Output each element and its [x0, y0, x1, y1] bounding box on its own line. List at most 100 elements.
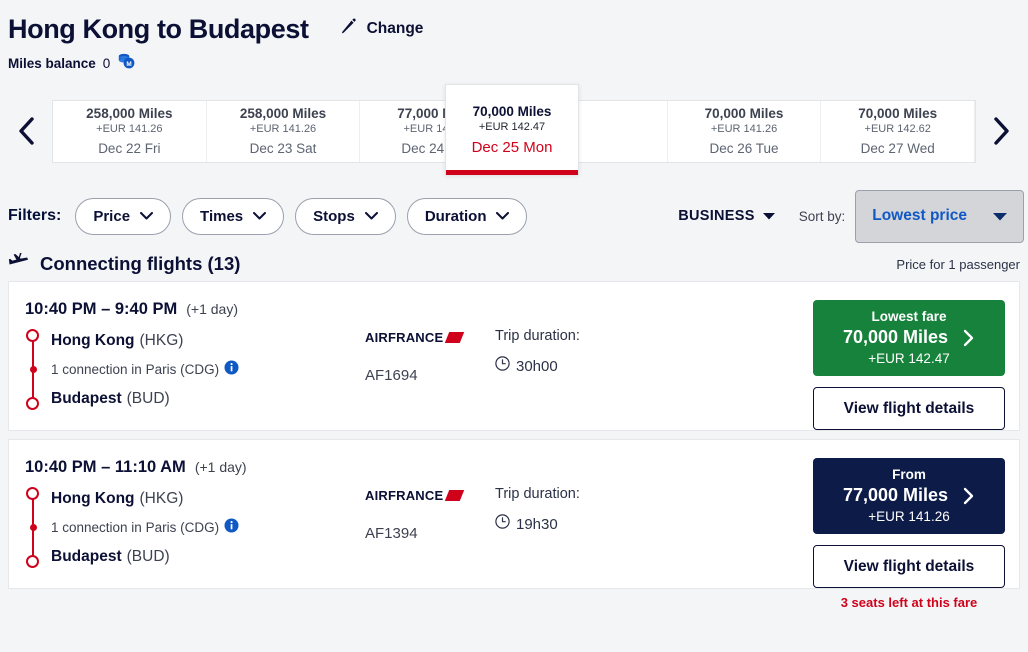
chevron-down-icon — [364, 212, 378, 220]
carousel-next-button[interactable] — [976, 91, 1028, 171]
route-origin-dot-icon — [26, 329, 39, 343]
page-title: Hong Kong to Budapest — [8, 14, 309, 44]
filters-bar: Filters: Price Times Stops Duration BUSI… — [0, 189, 1028, 243]
duration-label: Trip duration: — [495, 328, 580, 345]
filter-chip-price[interactable]: Price — [75, 197, 172, 235]
origin-code: (HKG) — [139, 489, 184, 507]
fare-tag: Lowest fare — [871, 309, 947, 325]
airline-name: AIRFRANCE — [365, 330, 444, 346]
flight-times-row: 10:40 PM – 9:40 PM (+1 day) — [25, 300, 365, 319]
route-destination-row: Budapest (BUD) — [51, 542, 365, 571]
pencil-icon — [339, 17, 358, 41]
duration-column: Trip duration: 30h00 — [495, 300, 725, 376]
fare-button[interactable]: Lowest fare 70,000 Miles +EUR 142.47 — [813, 300, 1005, 377]
day-eur: +EUR 142.62 — [864, 123, 931, 136]
chevron-right-icon — [963, 487, 974, 504]
day-offset: (+1 day) — [186, 301, 238, 318]
day-miles: 70,000 Miles — [704, 106, 784, 122]
fare-miles: 77,000 Miles — [842, 485, 949, 506]
carousel-day-selected[interactable]: 70,000 Miles +EUR 142.47 Dec 25 Mon — [445, 83, 579, 175]
route-connection-dot-icon — [29, 366, 37, 374]
fare-column: Lowest fare 70,000 Miles +EUR 142.47 Vie… — [813, 300, 1005, 452]
day-date: Dec 23 Sat — [249, 141, 317, 157]
miles-coin-icon: M — [117, 52, 137, 75]
caret-down-icon — [762, 213, 775, 220]
cabin-class-selector[interactable]: BUSINESS — [678, 208, 775, 224]
duration-label: Trip duration: — [495, 486, 580, 503]
day-eur: +EUR 142.47 — [478, 120, 546, 133]
fare-column: From 77,000 Miles +EUR 141.26 View fligh… — [813, 458, 1005, 610]
route-diagram: Hong Kong (HKG) 1 connection in Paris (C… — [25, 326, 365, 413]
airplane-icon — [8, 252, 30, 277]
filter-chip-label: Stops — [313, 207, 355, 225]
view-flight-details-button[interactable]: View flight details — [813, 545, 1005, 589]
title-row: Hong Kong to Budapest Change — [8, 14, 1028, 45]
duration-value: 19h30 — [516, 515, 558, 533]
chevron-down-icon — [140, 212, 154, 220]
clock-icon — [495, 356, 510, 376]
day-date: Dec 26 Tue — [709, 141, 779, 157]
chevron-right-icon — [994, 117, 1009, 145]
filter-chip-times[interactable]: Times — [182, 197, 285, 235]
connection-text: 1 connection in Paris (CDG) — [51, 520, 220, 536]
connection-text: 1 connection in Paris (CDG) — [51, 362, 220, 378]
route-connection-row: 1 connection in Paris (CDG) — [51, 355, 365, 384]
airline-column: AIRFRANCE AF1694 — [365, 300, 495, 384]
airline-column: AIRFRANCE AF1394 — [365, 458, 495, 542]
miles-balance-label: Miles balance — [8, 56, 96, 72]
carousel-strip: 258,000 Miles +EUR 141.26 Dec 22 Fri 258… — [52, 83, 976, 175]
duration-value-row: 19h30 — [495, 514, 725, 534]
carousel-day-4[interactable]: 70,000 Miles +EUR 141.26 Dec 26 Tue — [668, 100, 822, 162]
cabin-class-value: BUSINESS — [678, 208, 755, 225]
route-destination-dot-icon — [26, 555, 39, 569]
carousel-prev-button[interactable] — [0, 91, 52, 171]
flight-times: 10:40 PM – 9:40 PM — [25, 300, 178, 319]
day-miles: 70,000 Miles — [858, 106, 938, 122]
flight-results-page: Hong Kong to Budapest Change Miles balan… — [0, 0, 1028, 652]
info-icon[interactable] — [224, 518, 239, 538]
carousel-day-5[interactable]: 70,000 Miles +EUR 142.62 Dec 27 Wed — [821, 100, 976, 162]
page-header: Hong Kong to Budapest Change Miles balan… — [0, 0, 1028, 75]
fare-miles-row: 77,000 Miles — [843, 485, 975, 506]
destination-city: Budapest — [51, 547, 122, 565]
sort-by-label: Sort by: — [798, 208, 846, 224]
view-flight-details-button[interactable]: View flight details — [813, 387, 1005, 431]
airline-name: AIRFRANCE — [365, 488, 444, 504]
duration-column: Trip duration: 19h30 — [495, 458, 725, 534]
destination-city: Budapest — [51, 389, 122, 407]
sort-by-select[interactable]: Lowest price — [855, 189, 1024, 243]
route-origin-dot-icon — [26, 487, 39, 501]
day-miles: 258,000 Miles — [239, 106, 327, 122]
day-eur: +EUR 141.26 — [96, 123, 163, 136]
view-flight-details-label: View flight details — [843, 399, 975, 417]
fare-miles-row: 70,000 Miles — [843, 327, 975, 348]
price-per-passenger-note: Price for 1 passenger — [896, 256, 1020, 272]
fare-eur: +EUR 141.26 — [868, 509, 950, 525]
route-destination-row: Budapest (BUD) — [51, 384, 365, 413]
miles-balance-value: 0 — [102, 56, 111, 72]
chevron-left-icon — [19, 117, 34, 145]
view-flight-details-label: View flight details — [843, 557, 975, 575]
carousel-day-1[interactable]: 258,000 Miles +EUR 141.26 Dec 23 Sat — [207, 100, 361, 162]
airline-logo: AIRFRANCE — [365, 488, 495, 503]
svg-text:M: M — [127, 61, 132, 68]
route-diagram: Hong Kong (HKG) 1 connection in Paris (C… — [25, 484, 365, 571]
flight-card[interactable]: 10:40 PM – 9:40 PM (+1 day) Hong Kong (H… — [8, 281, 1020, 452]
carousel-day-0[interactable]: 258,000 Miles +EUR 141.26 Dec 22 Fri — [53, 100, 207, 162]
flight-number: AF1394 — [365, 525, 418, 543]
fare-miles: 70,000 Miles — [842, 327, 949, 348]
change-search-button[interactable]: Change — [339, 17, 423, 45]
date-carousel: 258,000 Miles +EUR 141.26 Dec 22 Fri 258… — [0, 83, 1028, 175]
info-icon[interactable] — [224, 360, 239, 380]
day-miles: 258,000 Miles — [86, 106, 173, 122]
filter-chip-stops[interactable]: Stops — [295, 197, 396, 235]
flight-card[interactable]: 10:40 PM – 11:10 AM (+1 day) Hong Kong (… — [8, 439, 1020, 610]
selected-day-underline — [446, 169, 578, 175]
day-date: Dec 22 Fri — [98, 141, 161, 157]
fare-button[interactable]: From 77,000 Miles +EUR 141.26 — [813, 458, 1005, 535]
filter-chip-duration[interactable]: Duration — [406, 197, 528, 235]
results-section-title: Connecting flights (13) — [40, 253, 241, 275]
fare-tag: From — [892, 467, 926, 483]
day-eur: +EUR 141.26 — [710, 123, 778, 136]
destination-code: (BUD) — [126, 547, 170, 565]
